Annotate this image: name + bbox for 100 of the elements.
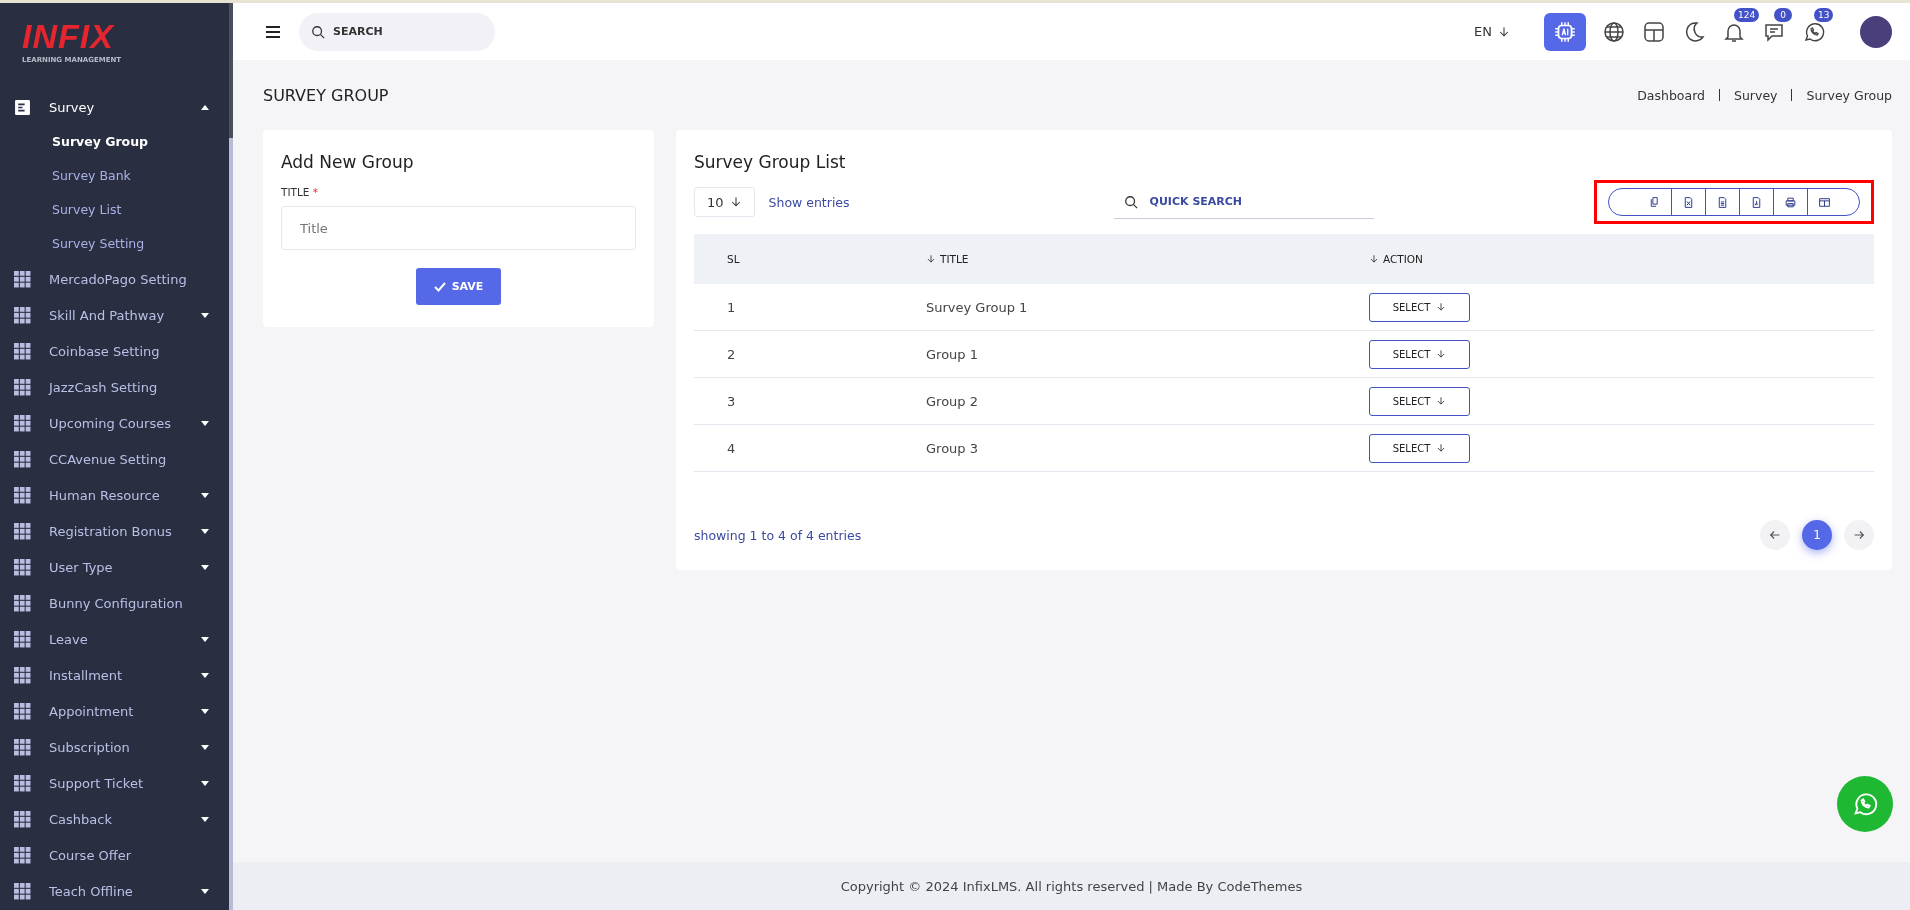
search-icon xyxy=(1123,195,1138,209)
submenu-item[interactable]: Survey List xyxy=(0,193,233,227)
logo-text: INFIX xyxy=(22,19,116,53)
select-button[interactable]: SELECT xyxy=(1369,386,1470,416)
grid-icon xyxy=(14,594,31,612)
breadcrumb-link[interactable]: Survey xyxy=(1734,87,1778,103)
page-size-select[interactable]: 10 xyxy=(694,187,755,217)
sidebar-item[interactable]: Cashback xyxy=(0,801,233,837)
card-title: Add New Group xyxy=(281,152,415,172)
table-cell-text: Group 3 xyxy=(926,440,979,456)
grid-icon xyxy=(14,846,31,864)
breadcrumb-link[interactable]: Dashboard xyxy=(1637,87,1705,103)
show-entries-label: Show entries xyxy=(768,194,850,210)
caret-icon xyxy=(201,888,209,894)
sidebar-item[interactable]: Support Ticket xyxy=(0,765,233,801)
select-button[interactable]: SELECT xyxy=(1369,339,1470,369)
sidebar-item[interactable]: Teach Offline xyxy=(0,873,233,909)
table-cell-text: Group 2 xyxy=(926,393,979,409)
sort-arrow-icon xyxy=(926,254,936,264)
grid-icon xyxy=(14,702,31,720)
caret-icon xyxy=(201,672,209,678)
arrow-down-icon xyxy=(1498,25,1510,38)
list-icon xyxy=(14,98,31,116)
count-badge: 0 xyxy=(1774,7,1792,22)
field-label: TITLE * xyxy=(281,186,319,198)
caret-icon xyxy=(201,528,209,534)
save-button[interactable]: SAVE xyxy=(415,268,502,305)
table-cell-text: 4 xyxy=(726,440,737,456)
sidebar-item[interactable]: Installment xyxy=(0,657,233,693)
grid-icon xyxy=(14,522,31,540)
sidebar-item[interactable]: Survey xyxy=(0,89,233,125)
layout-icon[interactable] xyxy=(1642,19,1666,44)
breadcrumb-link[interactable]: Survey Group xyxy=(1806,87,1892,103)
check-icon xyxy=(433,281,446,292)
arrow-down-icon xyxy=(1436,302,1447,312)
card-title: Survey Group List xyxy=(694,152,847,172)
sidebar-item[interactable]: Coinbase Setting xyxy=(0,333,233,369)
sidebar-item[interactable]: Human Resource xyxy=(0,477,233,513)
document-icon xyxy=(1750,195,1763,209)
grid-icon xyxy=(14,450,31,468)
select-button[interactable]: SELECT xyxy=(1369,433,1470,463)
grid-icon xyxy=(14,666,31,684)
entries-summary: showing 1 to 4 of 4 entries xyxy=(694,527,862,543)
caret-icon xyxy=(201,816,209,822)
sidebar-item[interactable]: Registration Bonus xyxy=(0,513,233,549)
columns-icon xyxy=(1818,195,1831,209)
caret-icon xyxy=(201,780,209,786)
caret-icon xyxy=(201,744,209,750)
arrow-down-icon xyxy=(1436,396,1447,406)
search-field[interactable]: SEARCH xyxy=(299,12,495,51)
caret-icon xyxy=(201,492,209,498)
grid-icon xyxy=(14,810,31,828)
sidebar-item[interactable]: Bunny Configuration xyxy=(0,585,233,621)
grid-icon xyxy=(14,306,31,324)
submenu-item[interactable]: Survey Bank xyxy=(0,159,233,193)
ai-button[interactable] xyxy=(1544,12,1586,51)
grid-icon xyxy=(14,378,31,396)
sidebar-item[interactable]: Subscription xyxy=(0,729,233,765)
select-button[interactable]: SELECT xyxy=(1369,292,1470,322)
title-input[interactable]: Title xyxy=(281,206,636,250)
page-title: SURVEY GROUP xyxy=(263,85,389,105)
column-header: SL xyxy=(727,253,740,265)
arrow-down-icon xyxy=(1436,349,1447,359)
grid-icon xyxy=(14,486,31,504)
caret-icon xyxy=(201,104,209,110)
globe-icon[interactable] xyxy=(1602,19,1626,44)
table-cell-text: 1 xyxy=(726,299,737,315)
table-cell-text: Survey Group 1 xyxy=(926,299,1029,315)
document-icon xyxy=(1716,195,1729,209)
sidebar-item[interactable]: CCAvenue Setting xyxy=(0,441,233,477)
sidebar-item[interactable]: Course Offer xyxy=(0,837,233,873)
sort-arrow-icon xyxy=(1369,254,1379,264)
sidebar-item[interactable]: JazzCash Setting xyxy=(0,369,233,405)
grid-icon xyxy=(14,342,31,360)
caret-icon xyxy=(201,636,209,642)
copyright-text: Copyright © 2024 InfixLMS. All rights reserved | Made By CodeThemes xyxy=(840,878,1303,894)
column-header[interactable]: ACTION xyxy=(1369,253,1423,265)
sidebar-item[interactable]: User Type xyxy=(0,549,233,585)
submenu-item[interactable]: Survey Group xyxy=(0,125,233,159)
table-cell-text: 2 xyxy=(726,346,737,362)
sidebar-item[interactable]: MercadoPago Setting xyxy=(0,261,233,297)
sidebar-item[interactable]: Appointment xyxy=(0,693,233,729)
avatar[interactable] xyxy=(1860,15,1892,48)
grid-icon xyxy=(14,414,31,432)
arrow-down-icon xyxy=(1436,443,1447,453)
grid-icon xyxy=(14,774,31,792)
column-header[interactable]: TITLE xyxy=(926,253,969,265)
sidebar-item[interactable]: Leave xyxy=(0,621,233,657)
page-button[interactable]: 1 xyxy=(1802,520,1832,550)
table-cell-text: 3 xyxy=(726,393,737,409)
submenu-item[interactable]: Survey Setting xyxy=(0,227,233,261)
language-selector[interactable]: EN xyxy=(1468,23,1516,40)
whatsapp-chat-button[interactable] xyxy=(1837,776,1893,832)
search-icon xyxy=(311,24,325,39)
count-badge: 124 xyxy=(1734,7,1760,22)
sidebar-item[interactable]: Skill And Pathway xyxy=(0,297,233,333)
sidebar-item[interactable]: Upcoming Courses xyxy=(0,405,233,441)
count-badge: 13 xyxy=(1814,7,1834,22)
arrow-down-icon xyxy=(729,196,742,208)
grid-icon xyxy=(14,558,31,576)
